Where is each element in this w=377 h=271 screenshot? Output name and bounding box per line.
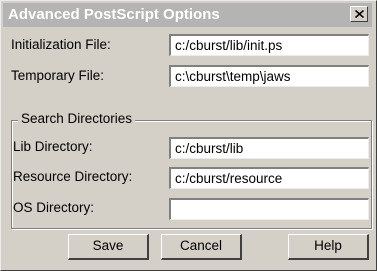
os-directory-label: OS Directory: — [13, 200, 95, 215]
help-button[interactable]: Help — [288, 234, 369, 260]
window-title: Advanced PostScript Options — [8, 6, 220, 23]
close-button[interactable] — [350, 6, 368, 22]
cancel-button[interactable]: Cancel — [161, 234, 242, 260]
advanced-postscript-options-dialog: Advanced PostScript Options Initializati… — [0, 0, 377, 271]
lib-directory-label: Lib Directory: — [13, 139, 93, 154]
resource-directory-label: Resource Directory: — [13, 169, 133, 184]
initialization-file-label: Initialization File: — [11, 37, 111, 52]
initialization-file-input[interactable]: c:/cburst/lib/init.ps — [169, 34, 369, 56]
title-bar[interactable]: Advanced PostScript Options — [3, 3, 372, 27]
save-button[interactable]: Save — [68, 234, 149, 260]
search-directories-legend: Search Directories — [18, 111, 136, 126]
temporary-file-label: Temporary File: — [11, 68, 105, 83]
os-directory-input[interactable] — [169, 198, 369, 220]
close-icon — [355, 10, 364, 18]
lib-directory-input[interactable]: c:/cburst/lib — [169, 137, 369, 159]
temporary-file-input[interactable]: c:\cburst\temp\jaws — [169, 65, 369, 87]
resource-directory-input[interactable]: c:/cburst/resource — [169, 167, 369, 189]
